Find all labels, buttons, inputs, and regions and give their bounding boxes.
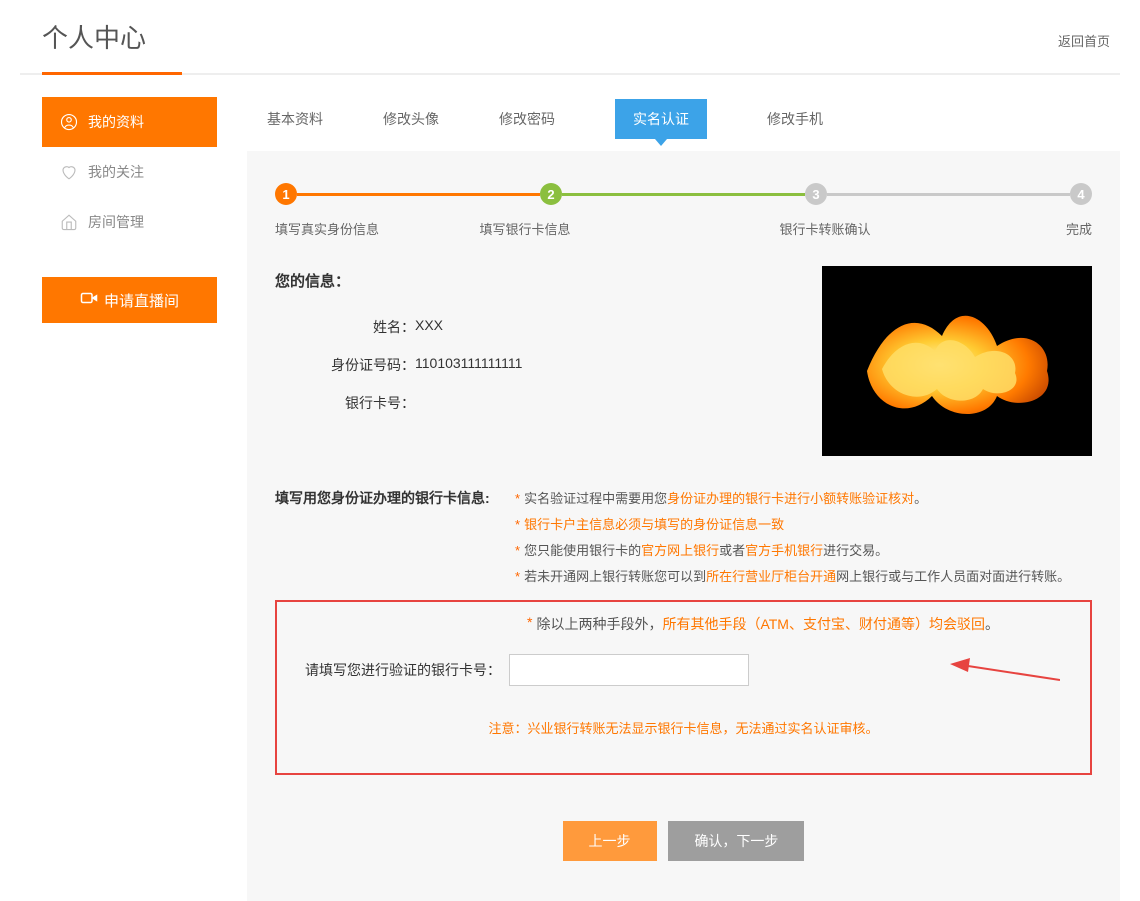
content-panel: 1 2 3 4 填写真实身份信息 填写银行卡信息 银行卡转账确认 完成 您 — [247, 151, 1120, 901]
step-4-label: 完成 — [945, 219, 1092, 238]
video-plus-icon — [80, 289, 98, 311]
apply-live-button[interactable]: 申请直播间 — [42, 277, 217, 323]
sidebar-item-label: 房间管理 — [88, 212, 144, 232]
step-2-label: 填写银行卡信息 — [385, 219, 665, 238]
step-2-circle: 2 — [540, 183, 562, 205]
rule-item: *若未开通网上银行转账您可以到所在行营业厅柜台开通网上银行或与工作人员面对面进行… — [515, 564, 1092, 590]
sidebar-item-label: 我的资料 — [88, 112, 144, 132]
info-title: 您的信息： — [275, 270, 822, 291]
step-progress: 1 2 3 4 — [275, 183, 1092, 205]
rule-item: *您只能使用银行卡的官方网上银行或者官方手机银行进行交易。 — [515, 538, 1092, 564]
id-label: 身份证号码： — [275, 355, 415, 375]
step-3-circle: 3 — [805, 183, 827, 205]
header: 个人中心 返回首页 — [20, 0, 1120, 75]
rules-list: *实名验证过程中需要用您身份证办理的银行卡进行小额转账验证核对。 *银行卡户主信… — [515, 486, 1092, 590]
step-1-circle: 1 — [275, 183, 297, 205]
sidebar-item-room[interactable]: 房间管理 — [42, 197, 217, 247]
main-content: 基本资料 修改头像 修改密码 实名认证 修改手机 1 2 3 4 填写真实身份信… — [217, 75, 1120, 901]
step-1-label: 填写真实身份信息 — [275, 219, 385, 238]
step-line-1 — [297, 193, 540, 196]
user-icon — [60, 113, 78, 131]
note-text: 兴业银行转账无法显示银行卡信息，无法通过实名认证审核。 — [528, 721, 879, 736]
tabs: 基本资料 修改头像 修改密码 实名认证 修改手机 — [247, 75, 1120, 151]
step-labels: 填写真实身份信息 填写银行卡信息 银行卡转账确认 完成 — [275, 219, 1092, 238]
id-value: 110103111111111 — [415, 355, 522, 375]
bank-card-input[interactable] — [509, 654, 749, 686]
bank-input-label: 请填写您进行验证的银行卡号： — [305, 660, 501, 680]
rule-item: *实名验证过程中需要用您身份证办理的银行卡进行小额转账验证核对。 — [515, 486, 1092, 512]
bank-section-title: 填写用您身份证办理的银行卡信息: — [275, 486, 515, 508]
home-icon — [60, 213, 78, 231]
sidebar-item-follow[interactable]: 我的关注 — [42, 147, 217, 197]
tab-phone[interactable]: 修改手机 — [767, 101, 823, 137]
note-label: 注意： — [488, 721, 527, 736]
heart-icon — [60, 163, 78, 181]
name-label: 姓名： — [275, 317, 415, 337]
tab-basic[interactable]: 基本资料 — [267, 101, 323, 137]
tab-password[interactable]: 修改密码 — [499, 101, 555, 137]
preview-image — [822, 266, 1092, 456]
annotation-arrow-icon — [950, 658, 1060, 689]
sidebar: 我的资料 我的关注 房间管理 申请直播间 — [42, 75, 217, 901]
name-value: XXX — [415, 317, 443, 337]
rule-item: *除以上两种手段外，所有其他手段（ATM、支付宝、财付通等）均会驳回。 — [527, 614, 1072, 634]
step-line-3 — [827, 193, 1070, 196]
step-3-label: 银行卡转账确认 — [665, 219, 945, 238]
rule-item: *银行卡户主信息必须与填写的身份证信息一致 — [515, 512, 1092, 538]
header-accent — [42, 72, 182, 75]
tab-avatar[interactable]: 修改头像 — [383, 101, 439, 137]
page-title: 个人中心 — [42, 18, 146, 63]
next-button[interactable]: 确认，下一步 — [668, 821, 804, 861]
bank-label: 银行卡号： — [275, 393, 415, 413]
sidebar-item-profile[interactable]: 我的资料 — [42, 97, 217, 147]
prev-button[interactable]: 上一步 — [563, 821, 657, 861]
back-home-link[interactable]: 返回首页 — [1058, 31, 1110, 50]
step-4-circle: 4 — [1070, 183, 1092, 205]
tab-verify[interactable]: 实名认证 — [615, 99, 707, 139]
apply-live-label: 申请直播间 — [104, 290, 179, 311]
highlighted-input-box: *除以上两种手段外，所有其他手段（ATM、支付宝、财付通等）均会驳回。 请填写您… — [275, 600, 1092, 775]
sidebar-item-label: 我的关注 — [88, 162, 144, 182]
step-line-2 — [562, 193, 805, 196]
